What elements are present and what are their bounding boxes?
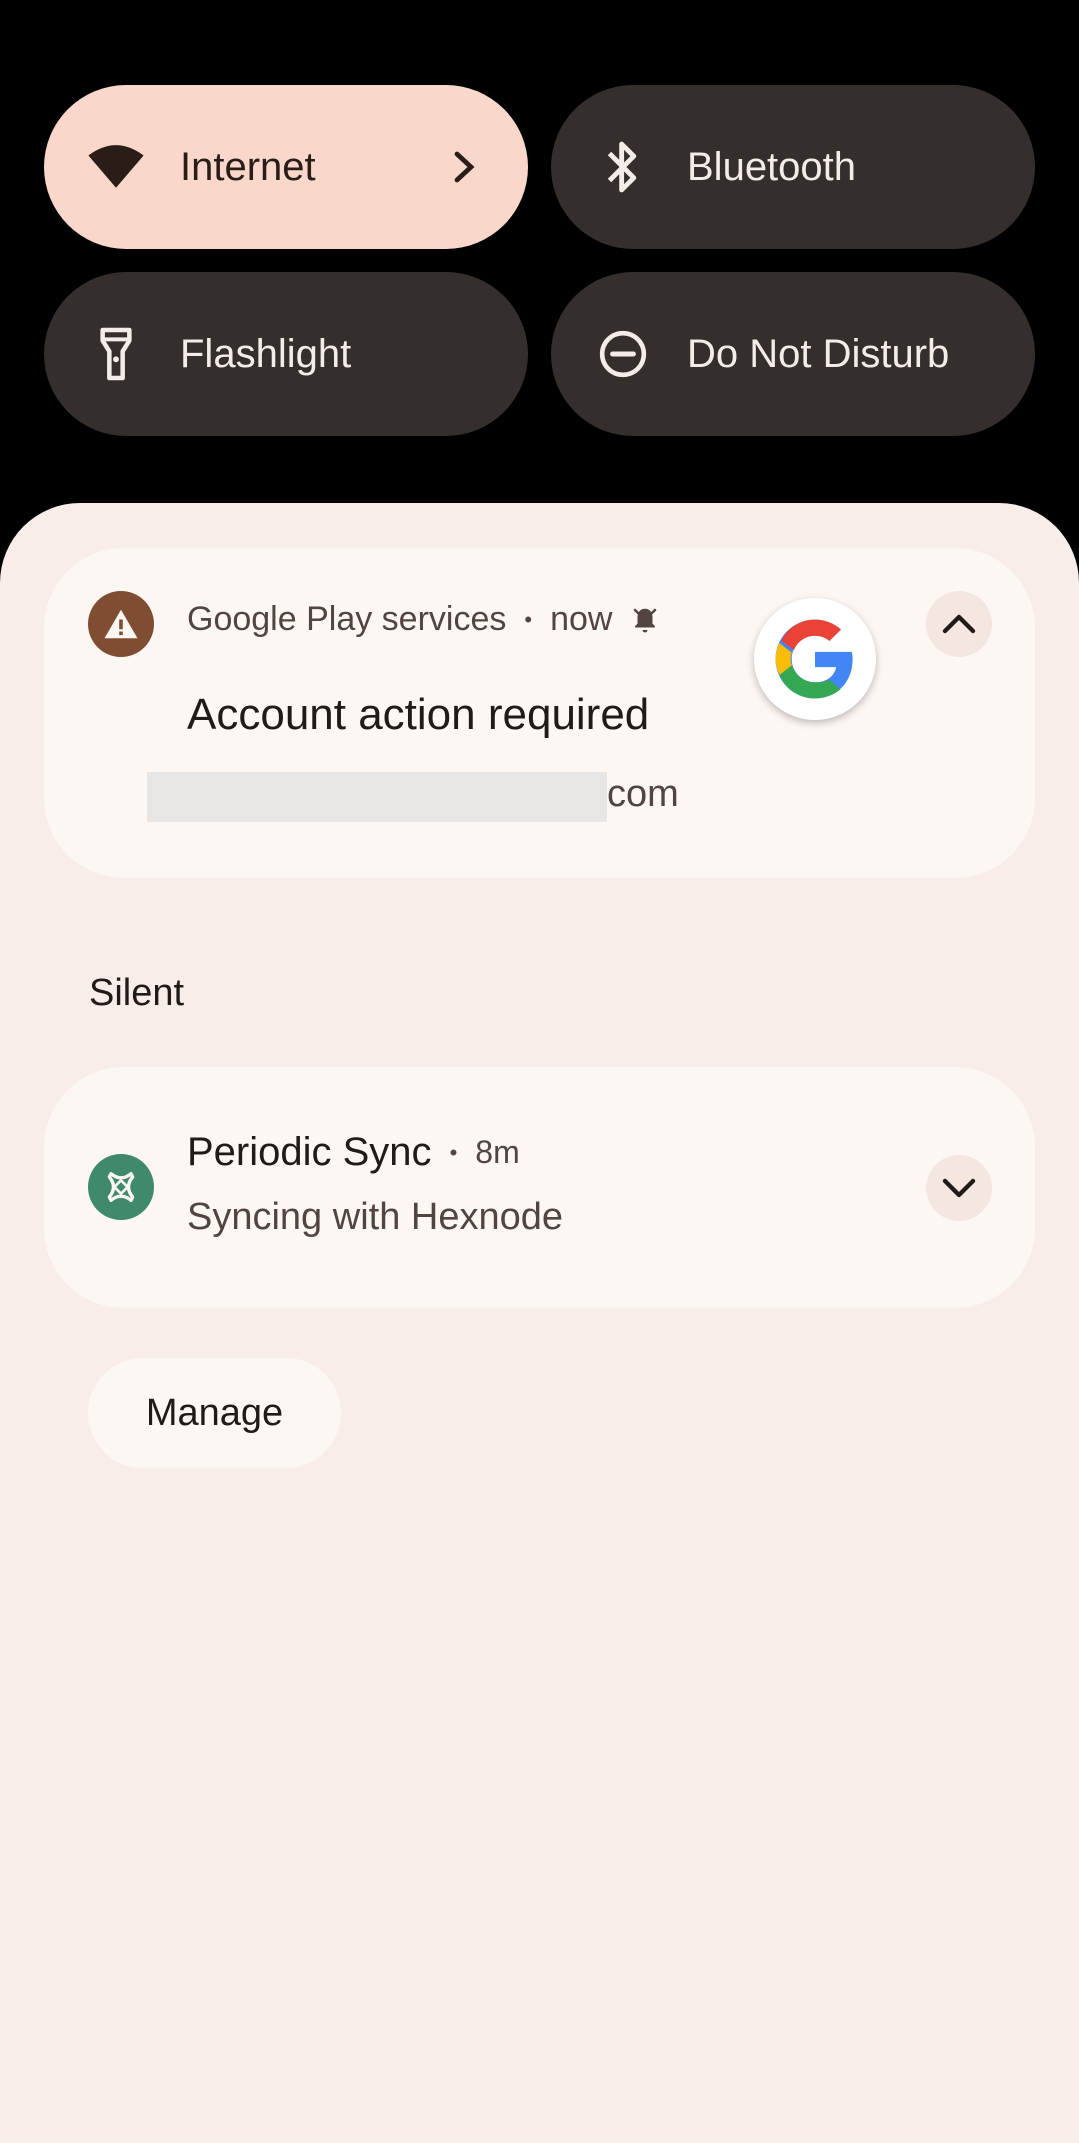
warning-icon	[88, 591, 154, 657]
redacted-email	[147, 772, 607, 822]
google-logo-icon	[754, 598, 876, 720]
wifi-icon	[88, 139, 144, 195]
separator-dot: •	[524, 606, 533, 632]
collapse-button[interactable]	[926, 591, 992, 657]
manage-button[interactable]: Manage	[88, 1358, 341, 1468]
sync-time: 8m	[475, 1134, 520, 1170]
bluetooth-label: Bluetooth	[687, 144, 857, 189]
do-not-disturb-icon	[595, 326, 651, 382]
email-suffix: com	[607, 773, 679, 815]
notification-header: Google Play services • now	[187, 600, 664, 639]
sync-notification-header: Periodic Sync • 8m	[187, 1130, 520, 1175]
internet-tile[interactable]: Internet	[44, 85, 528, 249]
flashlight-label: Flashlight	[180, 331, 352, 376]
sync-title: Periodic Sync	[187, 1130, 432, 1174]
internet-label: Internet	[180, 144, 316, 189]
do-not-disturb-tile[interactable]: Do Not Disturb	[551, 272, 1035, 436]
alert-bell-icon	[630, 603, 664, 637]
bluetooth-tile[interactable]: Bluetooth	[551, 85, 1035, 249]
separator-dot: •	[449, 1139, 458, 1165]
do-not-disturb-label: Do Not Disturb	[687, 331, 950, 376]
notification-title: Account action required	[187, 690, 650, 739]
chevron-right-icon[interactable]	[444, 147, 484, 187]
expand-button[interactable]	[926, 1155, 992, 1221]
notification-time: now	[550, 600, 613, 638]
section-header-silent: Silent	[89, 972, 185, 1014]
flashlight-tile[interactable]: Flashlight	[44, 272, 528, 436]
notification-card-periodic-sync[interactable]	[44, 1067, 1035, 1308]
sync-text: Syncing with Hexnode	[187, 1196, 563, 1238]
bluetooth-icon	[595, 139, 651, 195]
flashlight-icon	[88, 326, 144, 382]
hexnode-icon	[88, 1154, 154, 1220]
app-name: Google Play services	[187, 600, 507, 638]
